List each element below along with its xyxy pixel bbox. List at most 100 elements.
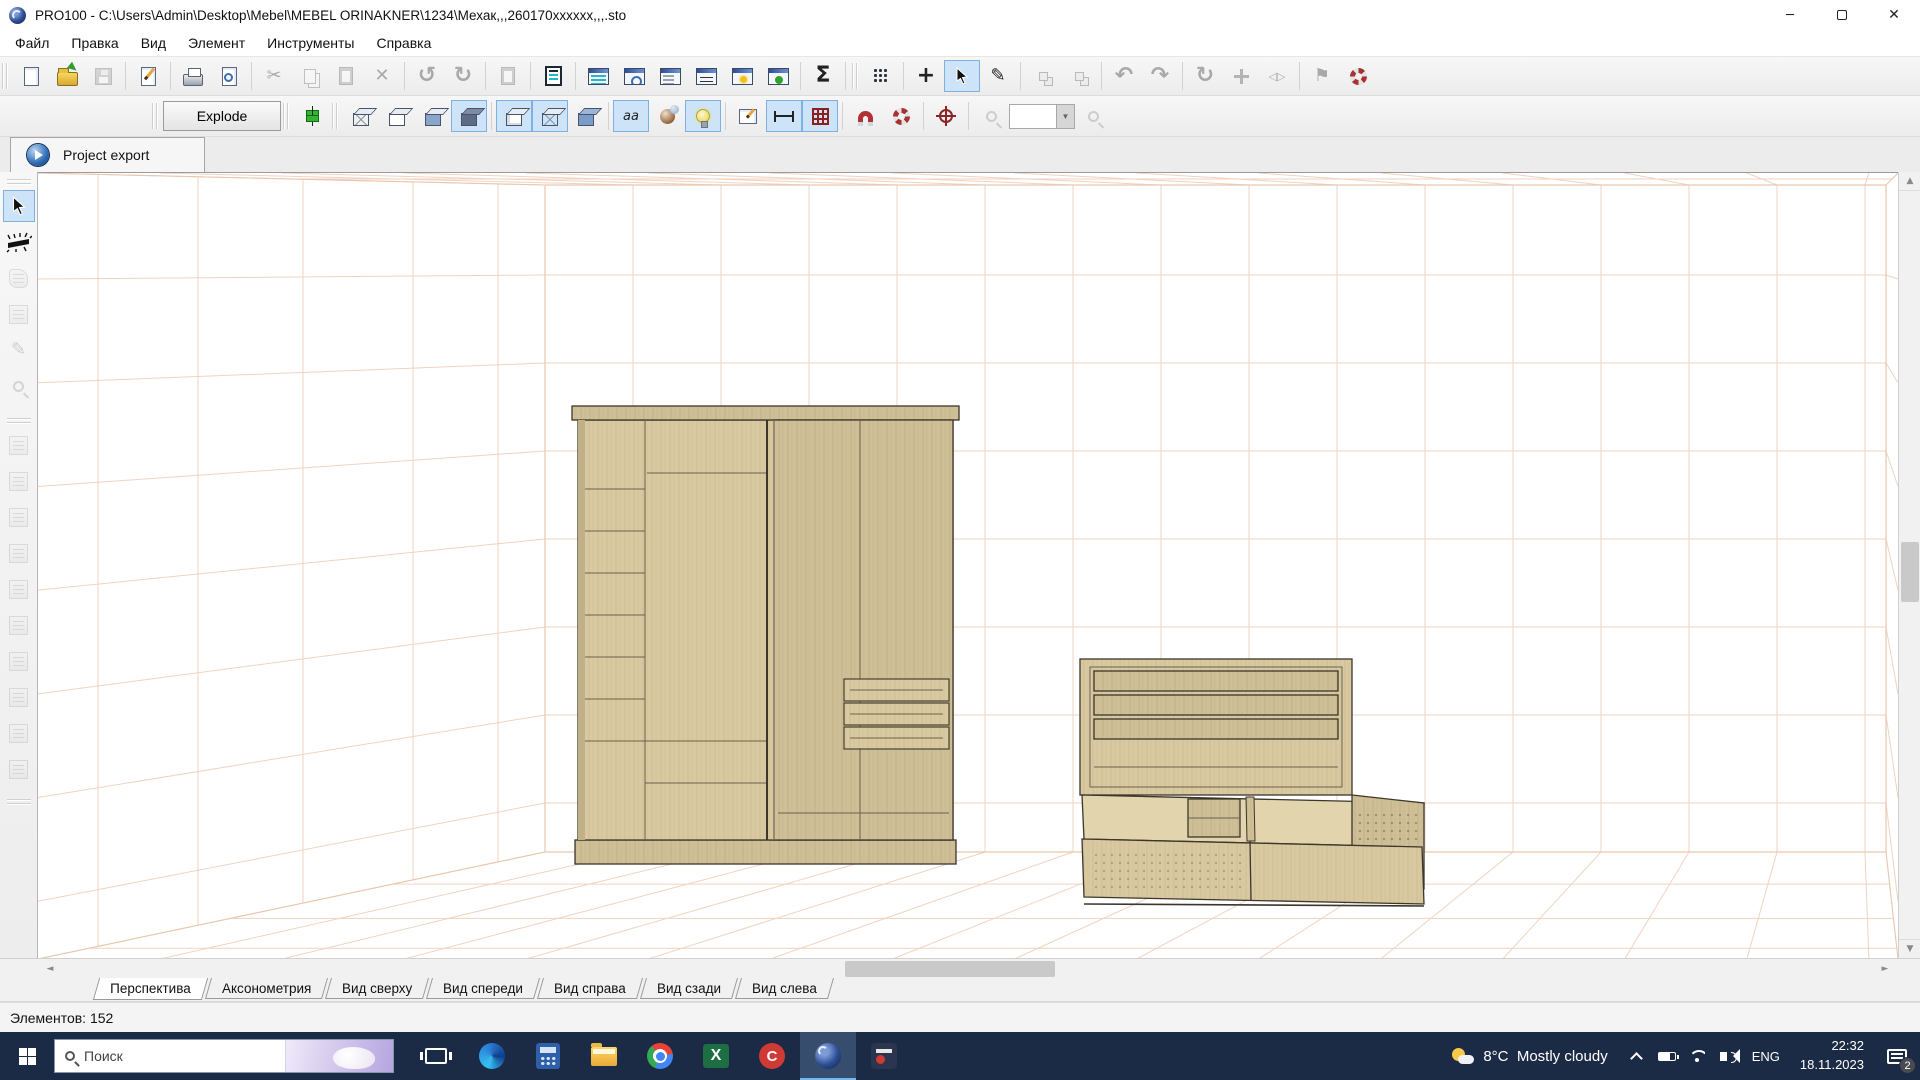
task-view-button[interactable] — [408, 1032, 464, 1080]
zoom-in-button[interactable] — [1075, 100, 1111, 132]
report-button[interactable]: Σ — [805, 60, 841, 92]
start-button[interactable] — [0, 1032, 54, 1080]
snap-button[interactable] — [847, 100, 883, 132]
save-file-button[interactable] — [85, 60, 121, 92]
contour-tool[interactable] — [3, 262, 35, 294]
language-indicator[interactable]: ENG — [1742, 1049, 1790, 1064]
explode-button[interactable]: Explode — [163, 101, 281, 131]
tool-button-3[interactable] — [3, 501, 35, 533]
view-tab-0[interactable]: Перспектива — [93, 978, 208, 1000]
lighting-button[interactable] — [685, 100, 721, 132]
origin-button[interactable] — [928, 100, 964, 132]
rotate-left-button[interactable]: ↶ — [1106, 60, 1142, 92]
view-tab-6[interactable]: Вид слева — [735, 978, 834, 999]
cut-board-tool[interactable] — [3, 226, 35, 258]
edit-shape-button[interactable]: ✎ — [980, 60, 1016, 92]
show-faces-button[interactable] — [496, 100, 532, 132]
scene-3d-view[interactable] — [38, 172, 1898, 958]
move-button[interactable] — [1223, 60, 1259, 92]
pattern-grid-button[interactable] — [863, 60, 899, 92]
menu-item-0[interactable]: Файл — [4, 32, 60, 54]
minimize-button[interactable]: ─ — [1764, 0, 1816, 30]
open-file-button[interactable] — [49, 60, 85, 92]
calculator-button[interactable] — [520, 1032, 576, 1080]
help-button[interactable] — [1340, 60, 1376, 92]
grid-toggle-button[interactable] — [802, 100, 838, 132]
properties-window-button[interactable] — [652, 60, 688, 92]
structure-window-button[interactable] — [580, 60, 616, 92]
menu-item-3[interactable]: Элемент — [177, 32, 256, 54]
dimensions-toggle-button[interactable] — [766, 100, 802, 132]
edit-document-button[interactable] — [130, 60, 166, 92]
vertical-scrollbar[interactable]: ▲ ▼ — [1898, 172, 1920, 958]
board-tool[interactable] — [3, 298, 35, 330]
copy-button[interactable] — [292, 60, 328, 92]
dropdown-arrow-icon[interactable]: ▼ — [1057, 112, 1074, 121]
delete-button[interactable]: ✕ — [364, 60, 400, 92]
materials-button[interactable] — [649, 100, 685, 132]
clock[interactable]: 22:32 18.11.2023 — [1790, 1037, 1874, 1075]
axonometry-view-button[interactable] — [379, 100, 415, 132]
tool-button-8[interactable] — [3, 681, 35, 713]
battery-status[interactable] — [1652, 1032, 1682, 1080]
show-text-button[interactable]: aa — [613, 100, 649, 132]
palette-grip[interactable] — [7, 799, 31, 805]
horizontal-scroll-thumb[interactable] — [845, 961, 1055, 977]
tool-button-5[interactable] — [3, 573, 35, 605]
toolbar-grip[interactable] — [152, 103, 159, 129]
pro100-taskbar-button[interactable] — [800, 1032, 856, 1080]
menu-item-4[interactable]: Инструменты — [256, 32, 365, 54]
tool-button-6[interactable] — [3, 609, 35, 641]
tool-button-1[interactable] — [3, 429, 35, 461]
tool-button-7[interactable] — [3, 645, 35, 677]
cleaner-button[interactable]: C — [744, 1032, 800, 1080]
undo-button[interactable]: ↺ — [409, 60, 445, 92]
tool-button-2[interactable] — [3, 465, 35, 497]
scroll-left-button[interactable]: ◄ — [39, 959, 61, 979]
select-tool[interactable] — [3, 190, 35, 222]
preview-window-button[interactable] — [616, 60, 652, 92]
excel-button[interactable]: X — [688, 1032, 744, 1080]
rotate-right-button[interactable]: ↷ — [1142, 60, 1178, 92]
scroll-down-button[interactable]: ▼ — [1899, 939, 1920, 958]
network-status[interactable] — [1682, 1032, 1712, 1080]
sketch-mode-button[interactable] — [730, 100, 766, 132]
palette-grip[interactable] — [7, 418, 31, 424]
view-tab-4[interactable]: Вид справа — [537, 978, 643, 999]
print-preview-button[interactable] — [211, 60, 247, 92]
shaded-view-button[interactable] — [415, 100, 451, 132]
new-file-button[interactable] — [13, 60, 49, 92]
view-tab-2[interactable]: Вид сверху — [325, 978, 429, 999]
paste-button[interactable] — [328, 60, 364, 92]
tool-button-10[interactable] — [3, 753, 35, 785]
chrome-button[interactable] — [632, 1032, 688, 1080]
scroll-right-button[interactable]: ► — [1874, 959, 1896, 979]
vertical-scroll-thumb[interactable] — [1901, 542, 1919, 602]
weather-widget[interactable]: 8°C Mostly cloudy — [1438, 1032, 1621, 1080]
scroll-up-button[interactable]: ▲ — [1899, 172, 1920, 191]
view-tab-1[interactable]: Аксонометрия — [205, 978, 328, 999]
hidden-icons-button[interactable] — [1622, 1032, 1652, 1080]
view-tab-3[interactable]: Вид спереди — [426, 978, 540, 999]
show-edges-button[interactable] — [532, 100, 568, 132]
menu-item-2[interactable]: Вид — [130, 32, 177, 54]
rotate-button[interactable]: ↻ — [1187, 60, 1223, 92]
print-button[interactable] — [175, 60, 211, 92]
zoom-level-value[interactable] — [1010, 105, 1057, 128]
horizontal-scrollbar[interactable]: ◄ ► — [0, 958, 1920, 978]
volume-control[interactable] — [1712, 1032, 1742, 1080]
redo-button[interactable]: ↻ — [445, 60, 481, 92]
zoom-area-tool[interactable] — [3, 370, 35, 402]
select-mode-button[interactable] — [944, 60, 980, 92]
solid-view-button[interactable] — [451, 100, 487, 132]
materials-window-button[interactable] — [724, 60, 760, 92]
misc-app-button[interactable] — [856, 1032, 912, 1080]
tab-project-export[interactable]: Project export — [10, 137, 205, 172]
bed-model[interactable] — [1080, 659, 1424, 906]
zoom-level-select[interactable]: ▼ — [1009, 104, 1075, 129]
perspective-view-button[interactable] — [343, 100, 379, 132]
palette-grip[interactable] — [7, 179, 31, 185]
toolbar-grip[interactable] — [332, 103, 339, 129]
move-mode-button[interactable]: + — [908, 60, 944, 92]
level-button[interactable]: ⚑ — [1304, 60, 1340, 92]
